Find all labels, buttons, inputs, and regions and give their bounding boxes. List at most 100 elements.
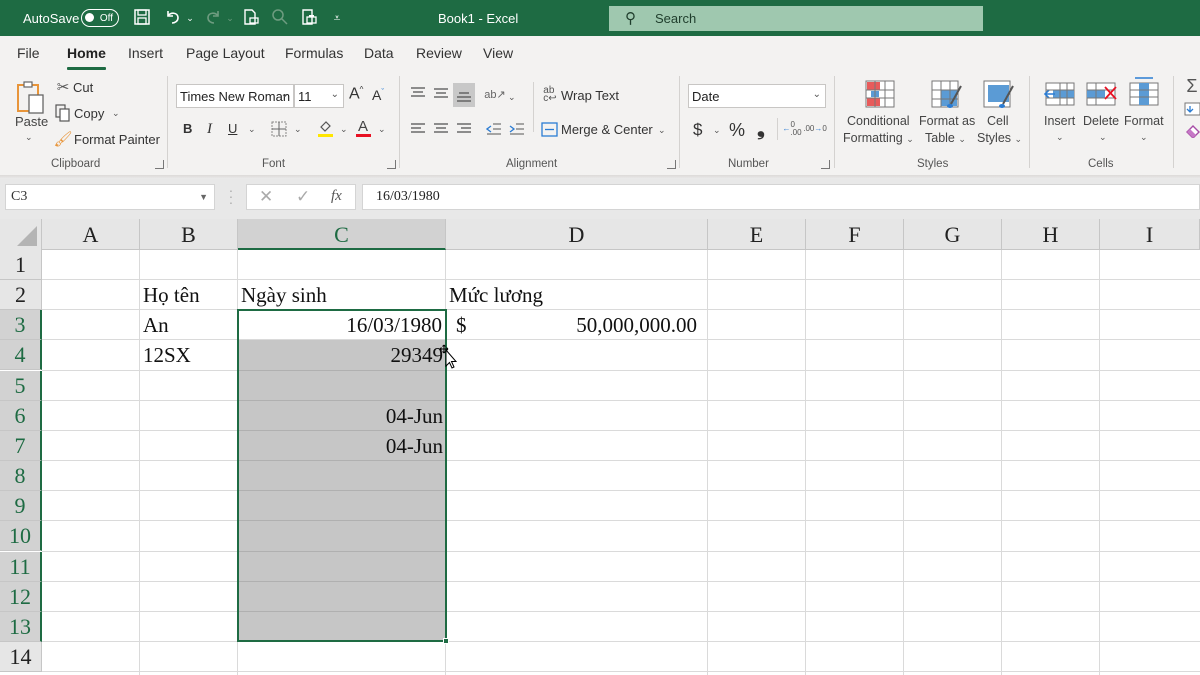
row-header-3[interactable]: 3	[0, 310, 42, 340]
autosum-icon[interactable]: Σ	[1184, 76, 1200, 96]
column-header-B[interactable]: B	[140, 219, 238, 249]
row-header-4[interactable]: 4	[0, 340, 42, 370]
cut-button[interactable]: Cut	[73, 80, 93, 95]
font-size-select[interactable]: 11 ⌄	[294, 84, 344, 108]
increase-indent-icon[interactable]	[509, 122, 525, 136]
column-header-C[interactable]: C	[238, 219, 446, 250]
format-as-table-button[interactable]: Format as	[919, 114, 975, 128]
cell-C2[interactable]: Ngày sinh	[241, 280, 327, 310]
borders-icon[interactable]	[270, 120, 287, 137]
row-header-11[interactable]: 11	[0, 552, 42, 582]
autosave-toggle[interactable]: Off	[81, 9, 119, 27]
align-left-icon[interactable]	[410, 122, 426, 136]
tab-insert[interactable]: Insert	[128, 45, 163, 61]
cell-B4[interactable]: 12SX	[143, 340, 191, 370]
column-header-A[interactable]: A	[42, 219, 140, 249]
conditional-formatting-button[interactable]: Conditional	[847, 114, 910, 128]
italic-button[interactable]: I	[207, 121, 212, 138]
align-center-icon[interactable]	[433, 122, 449, 136]
save-icon[interactable]	[132, 8, 152, 28]
cell-styles-label-2[interactable]: Styles ⌄	[977, 131, 1022, 145]
tab-page-layout[interactable]: Page Layout	[186, 45, 265, 61]
merge-center-button[interactable]: Merge & Center	[561, 122, 653, 137]
currency-button[interactable]: $	[693, 120, 702, 140]
middle-align-icon[interactable]	[433, 86, 449, 100]
row-header-10[interactable]: 10	[0, 521, 42, 551]
decrease-font-size-icon[interactable]: Aˇ	[372, 87, 384, 103]
bold-button[interactable]: B	[183, 121, 192, 136]
paste-dropdown-icon[interactable]: ⌄	[25, 132, 33, 143]
undo-dropdown-icon[interactable]: ⌄	[180, 8, 200, 28]
insert-dropdown-icon[interactable]: ⌄	[1056, 132, 1064, 143]
column-header-H[interactable]: H	[1002, 219, 1100, 249]
orientation-icon[interactable]: ab↗	[484, 85, 505, 103]
tab-formulas[interactable]: Formulas	[285, 45, 343, 61]
cell-B3[interactable]: An	[143, 310, 169, 340]
row-header-14[interactable]: 14	[0, 642, 42, 672]
increase-font-size-icon[interactable]: A^	[349, 85, 363, 103]
bottom-align-icon[interactable]	[453, 83, 475, 107]
customize-qat-icon[interactable]: ⩡	[327, 8, 347, 28]
format-cells-button[interactable]: Format	[1124, 114, 1164, 128]
row-header-7[interactable]: 7	[0, 431, 42, 461]
tab-review[interactable]: Review	[416, 45, 462, 61]
select-all-button[interactable]	[0, 219, 42, 250]
align-right-icon[interactable]	[456, 122, 472, 136]
number-launcher-icon[interactable]	[821, 160, 830, 169]
tab-view[interactable]: View	[483, 45, 513, 61]
tab-data[interactable]: Data	[364, 45, 394, 61]
currency-dropdown-icon[interactable]: ⌄	[713, 125, 721, 136]
underline-button[interactable]: U	[228, 121, 237, 136]
clear-icon[interactable]	[1184, 124, 1200, 138]
clipboard-launcher-icon[interactable]	[155, 160, 164, 169]
paste-icon[interactable]	[14, 78, 48, 118]
font-color-dropdown-icon[interactable]: ⌄	[378, 124, 386, 135]
search-box[interactable]: ⚲ Search	[609, 6, 983, 31]
font-color-icon[interactable]: A	[355, 117, 372, 139]
formula-bar-resize-handle[interactable]: · · ·	[228, 183, 234, 209]
alignment-launcher-icon[interactable]	[667, 160, 676, 169]
print-preview-icon[interactable]	[241, 8, 261, 28]
fill-handle[interactable]	[443, 638, 449, 644]
name-box[interactable]: C3 ▼	[5, 184, 215, 210]
row-header-1[interactable]: 1	[0, 250, 42, 280]
fill-color-icon[interactable]	[317, 118, 334, 138]
orientation-dropdown-icon[interactable]: ⌄	[508, 92, 516, 103]
cell-B2[interactable]: Họ tên	[143, 280, 200, 310]
wrap-text-button[interactable]: Wrap Text	[561, 88, 619, 103]
delete-dropdown-icon[interactable]: ⌄	[1099, 132, 1107, 143]
increase-decimal-icon[interactable]: ← 0.00	[782, 120, 801, 138]
tab-file[interactable]: File	[17, 45, 40, 61]
formula-input[interactable]: 16/03/1980	[362, 184, 1200, 210]
font-launcher-icon[interactable]	[387, 160, 396, 169]
paste-button[interactable]: Paste	[15, 114, 48, 129]
font-name-select[interactable]: Times New Roman ⌄	[176, 84, 294, 108]
format-dropdown-icon[interactable]: ⌄	[1140, 132, 1148, 143]
insert-function-icon[interactable]: fx	[331, 188, 342, 205]
percent-button[interactable]: %	[729, 120, 745, 141]
top-align-icon[interactable]	[410, 86, 426, 100]
format-painter-button[interactable]: Format Painter	[74, 132, 160, 147]
fill-icon[interactable]	[1184, 102, 1200, 116]
row-header-8[interactable]: 8	[0, 461, 42, 491]
column-header-D[interactable]: D	[446, 219, 708, 249]
format-as-table-label-2[interactable]: Table ⌄	[925, 131, 966, 145]
row-header-5[interactable]: 5	[0, 371, 42, 401]
decrease-decimal-icon[interactable]: .00 → 0	[803, 120, 827, 138]
row-header-13[interactable]: 13	[0, 612, 42, 642]
number-format-select[interactable]: Date ⌄	[688, 84, 826, 108]
row-header-6[interactable]: 6	[0, 401, 42, 431]
borders-dropdown-icon[interactable]: ⌄	[294, 124, 302, 135]
column-header-I[interactable]: I	[1100, 219, 1200, 249]
row-header-9[interactable]: 9	[0, 491, 42, 521]
tab-home[interactable]: Home	[67, 45, 106, 70]
insert-cells-button[interactable]: Insert	[1044, 114, 1075, 128]
copy-button[interactable]: Copy	[74, 106, 104, 121]
decrease-indent-icon[interactable]	[486, 122, 502, 136]
comma-style-button[interactable]: ❟	[757, 118, 765, 141]
copy-dropdown-icon[interactable]: ⌄	[112, 108, 120, 119]
underline-dropdown-icon[interactable]: ⌄	[248, 124, 256, 135]
cell-D3-currency-symbol[interactable]: $	[456, 310, 467, 340]
conditional-formatting-label-2[interactable]: Formatting ⌄	[843, 131, 914, 145]
cell-D2[interactable]: Mức lương	[449, 280, 543, 310]
